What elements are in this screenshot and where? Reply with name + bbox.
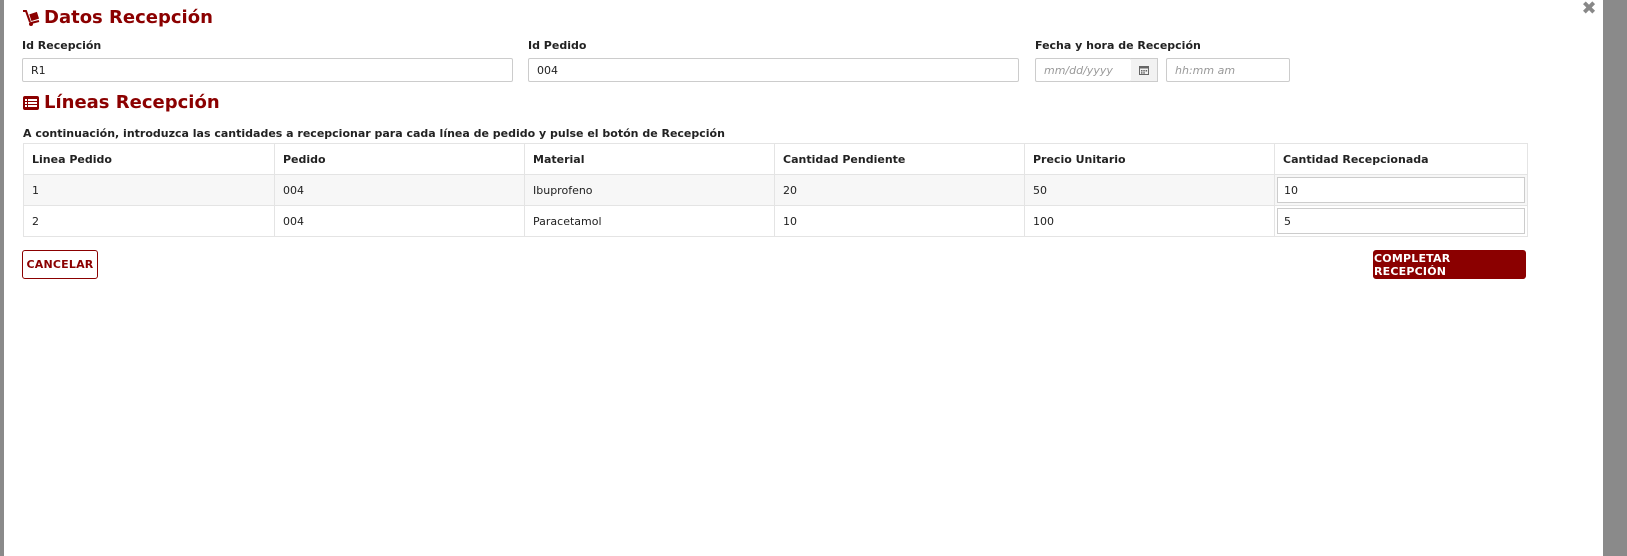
col-precio-unitario: Precio Unitario: [1024, 143, 1275, 175]
cell-pedido: 004: [274, 205, 525, 237]
cell-precio: 50: [1024, 174, 1275, 206]
col-cantidad-pendiente: Cantidad Pendiente: [774, 143, 1025, 175]
calendar-icon: [1139, 66, 1149, 75]
close-icon[interactable]: ✖: [1580, 0, 1598, 18]
lines-title: Líneas Recepción: [22, 92, 220, 113]
instructions-text: A continuación, introduzca las cantidade…: [23, 127, 725, 140]
reception-lines-table: Linea Pedido Pedido Material Cantidad Pe…: [23, 143, 1528, 237]
table-row: 2 004 Paracetamol 10 100 5: [23, 205, 1528, 237]
id-pedido-input[interactable]: 004: [528, 58, 1019, 82]
cell-pendiente: 10: [774, 205, 1025, 237]
col-cantidad-recepcionada: Cantidad Recepcionada: [1274, 143, 1528, 175]
id-pedido-label: Id Pedido: [528, 39, 587, 52]
cell-material: Ibuprofeno: [524, 174, 775, 206]
lines-title-text: Líneas Recepción: [44, 92, 220, 113]
dolly-icon: [22, 9, 40, 27]
date-input[interactable]: mm/dd/yyyy: [1035, 58, 1132, 82]
id-recepcion-label: Id Recepción: [22, 39, 102, 52]
id-recepcion-input[interactable]: R1: [22, 58, 513, 82]
table-header-row: Linea Pedido Pedido Material Cantidad Pe…: [23, 143, 1528, 175]
calendar-button[interactable]: [1131, 58, 1158, 82]
cantidad-recepcionada-input[interactable]: 5: [1277, 208, 1525, 234]
table-row: 1 004 Ibuprofeno 20 50 10: [23, 174, 1528, 206]
cell-precio: 100: [1024, 205, 1275, 237]
col-linea-pedido: Linea Pedido: [23, 143, 275, 175]
col-pedido: Pedido: [274, 143, 525, 175]
cell-recepcionada: 10: [1274, 174, 1528, 206]
cell-material: Paracetamol: [524, 205, 775, 237]
page-title: Datos Recepción: [22, 7, 213, 28]
complete-reception-button[interactable]: COMPLETAR RECEPCIÓN: [1373, 250, 1526, 279]
page-title-text: Datos Recepción: [44, 7, 213, 28]
cancel-button[interactable]: CANCELAR: [22, 250, 98, 279]
cell-linea: 1: [23, 174, 275, 206]
reception-modal: ✖ Datos Recepción Id Recepción R1 Id Ped…: [4, 0, 1603, 556]
list-icon: [22, 94, 40, 112]
time-input[interactable]: hh:mm am: [1166, 58, 1290, 82]
cantidad-recepcionada-input[interactable]: 10: [1277, 177, 1525, 203]
cell-pendiente: 20: [774, 174, 1025, 206]
cell-linea: 2: [23, 205, 275, 237]
col-material: Material: [524, 143, 775, 175]
cell-pedido: 004: [274, 174, 525, 206]
date-placeholder: mm/dd/yyyy: [1044, 63, 1113, 77]
time-placeholder: hh:mm am: [1175, 63, 1236, 77]
cell-recepcionada: 5: [1274, 205, 1528, 237]
fecha-hora-label: Fecha y hora de Recepción: [1035, 39, 1201, 52]
